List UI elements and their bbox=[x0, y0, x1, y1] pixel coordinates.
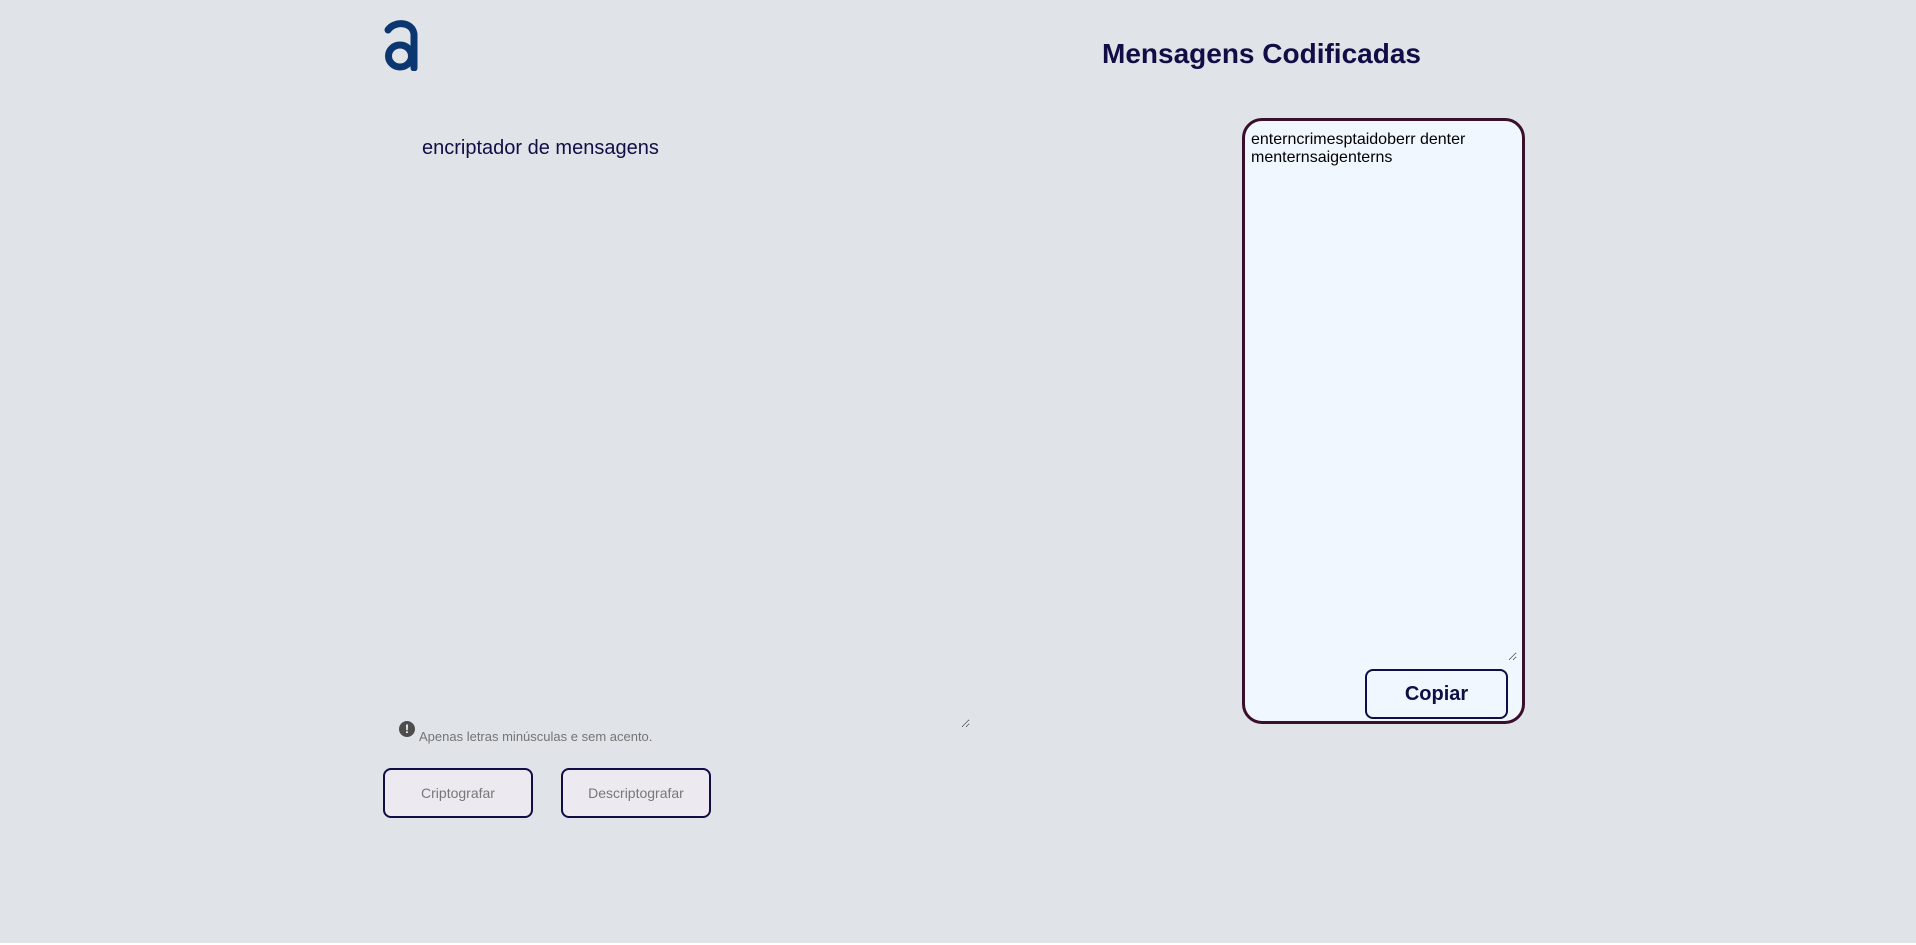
encrypt-button[interactable]: Criptografar bbox=[383, 768, 533, 818]
message-input[interactable]: encriptador de mensagens bbox=[418, 130, 970, 728]
copy-button[interactable]: Copiar bbox=[1365, 669, 1508, 719]
hint-text: Apenas letras minúsculas e sem acento. bbox=[419, 728, 653, 744]
decrypt-button[interactable]: Descriptografar bbox=[561, 768, 711, 818]
exclamation-circle-icon: ! bbox=[399, 721, 415, 737]
input-hint: ! Apenas letras minúsculas e sem acento. bbox=[399, 721, 652, 744]
page-title: Mensagens Codificadas bbox=[1102, 38, 1421, 69]
result-panel: enterncrimesptaidoberr denter menternsai… bbox=[1242, 118, 1525, 724]
alura-a-logo-icon bbox=[384, 20, 418, 71]
app-background: Mensagens Codificadas encriptador de men… bbox=[0, 0, 1916, 943]
output-text[interactable]: enterncrimesptaidoberr denter menternsai… bbox=[1249, 131, 1517, 661]
